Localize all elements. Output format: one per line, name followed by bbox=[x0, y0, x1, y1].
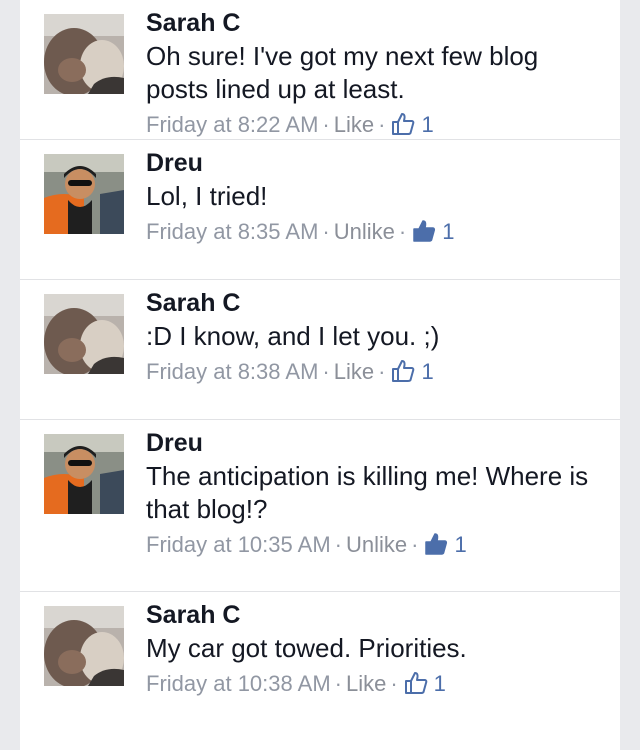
avatar[interactable] bbox=[44, 14, 124, 94]
separator: · bbox=[378, 112, 386, 137]
comment-item: Dreu The anticipation is killing me! Whe… bbox=[20, 420, 620, 592]
comment-author[interactable]: Sarah C bbox=[146, 598, 604, 632]
comment-meta: Friday at 10:35 AM · Unlike · 1 bbox=[146, 530, 604, 560]
like-button[interactable]: Like bbox=[334, 359, 374, 384]
comment-text: The anticipation is killing me! Where is… bbox=[146, 461, 589, 524]
comment-timestamp[interactable]: Friday at 8:35 AM bbox=[146, 219, 318, 244]
comment-feed: Sarah C Oh sure! I've got my next few bl… bbox=[20, 0, 620, 750]
comment-text: My car got towed. Priorities. bbox=[146, 633, 467, 663]
comment-meta: Friday at 8:35 AM · Unlike · 1 bbox=[146, 217, 604, 247]
like-count[interactable]: 1 bbox=[454, 532, 466, 557]
comment-timestamp[interactable]: Friday at 10:38 AM bbox=[146, 671, 331, 696]
like-count[interactable]: 1 bbox=[442, 219, 454, 244]
separator: · bbox=[390, 671, 398, 696]
like-count[interactable]: 1 bbox=[434, 671, 446, 696]
thumbs-up-outline-icon[interactable] bbox=[391, 359, 415, 383]
comment-meta: Friday at 10:38 AM · Like · 1 bbox=[146, 669, 604, 699]
comment-author[interactable]: Sarah C bbox=[146, 6, 604, 40]
like-count[interactable]: 1 bbox=[421, 359, 433, 384]
comment-text: :D I know, and I let you. ;) bbox=[146, 321, 440, 351]
thumbs-up-filled-icon[interactable] bbox=[412, 219, 436, 243]
separator: · bbox=[322, 112, 330, 137]
unlike-button[interactable]: Unlike bbox=[346, 532, 407, 557]
separator: · bbox=[334, 671, 342, 696]
comment-item: Sarah C :D I know, and I let you. ;) Fri… bbox=[20, 280, 620, 420]
comment-item: Sarah C My car got towed. Priorities. Fr… bbox=[20, 592, 620, 732]
comment-author[interactable]: Sarah C bbox=[146, 286, 604, 320]
like-button[interactable]: Like bbox=[334, 112, 374, 137]
like-button[interactable]: Like bbox=[346, 671, 386, 696]
comment-meta: Friday at 8:22 AM · Like · 1 bbox=[146, 110, 604, 140]
thumbs-up-outline-icon[interactable] bbox=[391, 112, 415, 136]
thumbs-up-filled-icon[interactable] bbox=[424, 532, 448, 556]
comment-item: Sarah C Oh sure! I've got my next few bl… bbox=[20, 0, 620, 140]
comment-timestamp[interactable]: Friday at 10:35 AM bbox=[146, 532, 331, 557]
separator: · bbox=[322, 219, 330, 244]
comment-author[interactable]: Dreu bbox=[146, 146, 604, 180]
avatar[interactable] bbox=[44, 434, 124, 514]
comment-item: Dreu Lol, I tried! Friday at 8:35 AM · Unl… bbox=[20, 140, 620, 280]
comment-timestamp[interactable]: Friday at 8:38 AM bbox=[146, 359, 318, 384]
comment-timestamp[interactable]: Friday at 8:22 AM bbox=[146, 112, 318, 137]
comment-text: Oh sure! I've got my next few blog posts… bbox=[146, 41, 539, 104]
separator: · bbox=[411, 532, 419, 557]
comment-meta: Friday at 8:38 AM · Like · 1 bbox=[146, 357, 604, 387]
comment-author[interactable]: Dreu bbox=[146, 426, 604, 460]
thumbs-up-outline-icon[interactable] bbox=[404, 671, 428, 695]
comment-text: Lol, I tried! bbox=[146, 181, 268, 211]
avatar[interactable] bbox=[44, 154, 124, 234]
avatar[interactable] bbox=[44, 606, 124, 686]
like-count[interactable]: 1 bbox=[421, 112, 433, 137]
avatar[interactable] bbox=[44, 294, 124, 374]
separator: · bbox=[378, 359, 386, 384]
separator: · bbox=[398, 219, 407, 244]
separator: · bbox=[322, 359, 330, 384]
unlike-button[interactable]: Unlike bbox=[334, 219, 395, 244]
separator: · bbox=[334, 532, 342, 557]
